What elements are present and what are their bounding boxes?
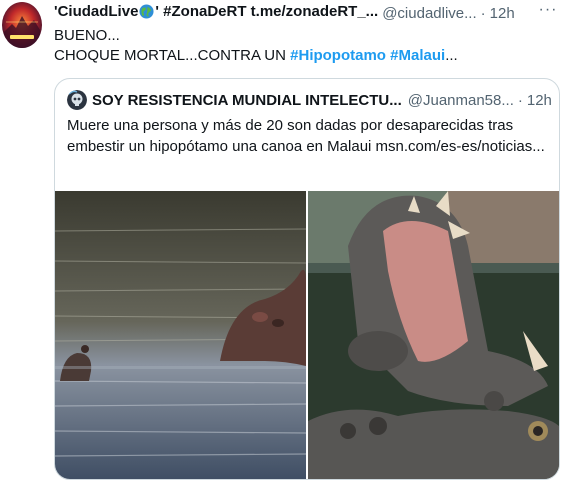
tweet-text-prefix: CHOQUE MORTAL...CONTRA UN <box>54 47 291 64</box>
hashtag-link[interactable]: #Malaui <box>390 47 445 64</box>
tweet-text-line2: CHOQUE MORTAL...CONTRA UN #Hipopotamo #M… <box>54 46 559 66</box>
author-name[interactable]: 'CiudadLive ' #ZonaDeRT t.me/zonadeRT_... <box>54 3 378 23</box>
hashtag-link[interactable]: #Hipopotamo <box>290 47 386 64</box>
separator-dot: · <box>480 4 486 22</box>
globe-icon <box>139 4 154 23</box>
tweet-header: 'CiudadLive ' #ZonaDeRT t.me/zonadeRT_...… <box>54 3 559 23</box>
tweet-text-suffix: ... <box>445 47 458 64</box>
quoted-tweet-header: SOY RESISTENCIA MUNDIAL INTELECTU... @Ju… <box>67 89 552 111</box>
separator-dot: · <box>517 91 523 109</box>
quoted-author-name[interactable]: SOY RESISTENCIA MUNDIAL INTELECTU... <box>92 92 402 109</box>
quoted-author-handle[interactable]: @Juanman58... <box>408 92 514 109</box>
quoted-tweet-card[interactable]: SOY RESISTENCIA MUNDIAL INTELECTU... @Ju… <box>54 78 560 480</box>
quoted-author-avatar[interactable] <box>67 90 87 110</box>
quoted-tweet-timestamp[interactable]: 12h <box>527 92 552 109</box>
hippo-open-mouth-photo[interactable] <box>308 191 559 479</box>
tweet-text-line1: BUENO... <box>54 27 120 44</box>
ciudadlive-logo-icon <box>2 2 42 48</box>
skull-avatar-icon <box>67 90 87 110</box>
tweet-timestamp[interactable]: 12h <box>490 5 515 22</box>
more-options-icon[interactable]: ··· <box>537 1 559 23</box>
author-handle[interactable]: @ciudadlive... <box>382 5 476 22</box>
tweet-text: BUENO... CHOQUE MORTAL...CONTRA UN #Hipo… <box>54 26 559 66</box>
quoted-tweet-text: Muere una persona y más de 20 son dadas … <box>67 117 545 155</box>
hippo-in-river-photo[interactable] <box>55 191 306 479</box>
author-avatar[interactable] <box>2 2 42 48</box>
media-grid <box>55 191 559 479</box>
